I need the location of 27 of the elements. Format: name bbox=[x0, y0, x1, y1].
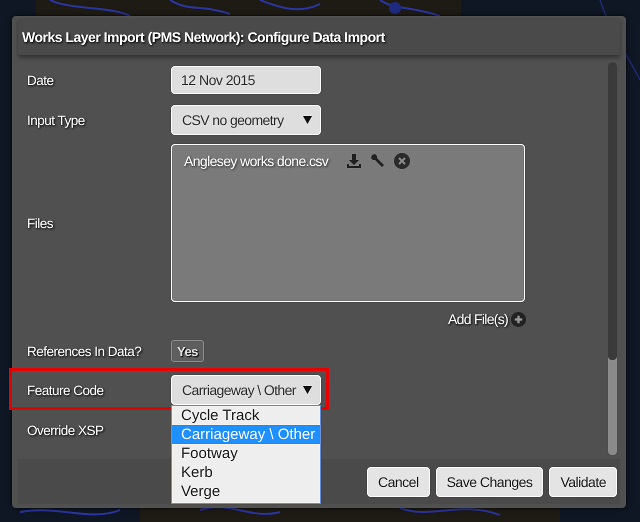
toggle-button[interactable]: Yes bbox=[171, 340, 204, 362]
plus-icon bbox=[511, 312, 526, 326]
field-label: References In Data? bbox=[26, 344, 142, 358]
dropdown-option[interactable]: Cycle Track bbox=[172, 406, 320, 425]
dropdown-option[interactable]: Footway bbox=[172, 444, 320, 463]
download-icon[interactable] bbox=[346, 153, 362, 169]
caret-icon bbox=[303, 386, 312, 394]
remove-icon[interactable] bbox=[394, 153, 410, 169]
dialog-button[interactable]: Validate bbox=[549, 466, 617, 496]
add-files-button[interactable]: Add File(s) bbox=[448, 306, 526, 332]
field-label: Feature Code bbox=[26, 382, 105, 398]
dialog-button[interactable]: Save Changes bbox=[436, 466, 544, 496]
scrollbar[interactable] bbox=[608, 62, 617, 455]
dropdown-option[interactable]: Kerb bbox=[172, 463, 320, 482]
date-field[interactable]: 12 Nov 2015 bbox=[171, 66, 321, 94]
dialog-button[interactable]: Cancel bbox=[367, 466, 430, 496]
field-label: Override XSP bbox=[26, 422, 105, 438]
select-field[interactable]: CSV no geometry bbox=[171, 105, 321, 135]
field-label: Input Type bbox=[26, 112, 86, 128]
wrench-icon[interactable] bbox=[370, 153, 386, 169]
select-field[interactable]: Carriageway \ Other bbox=[171, 375, 321, 405]
caret-icon bbox=[303, 116, 312, 124]
field-label: Files bbox=[26, 216, 54, 230]
file-name: Anglesey works done.csv bbox=[184, 153, 328, 169]
dropdown-option[interactable]: Verge bbox=[172, 482, 320, 501]
dialog-title: Works Layer Import (PMS Network): Configure Data Import bbox=[22, 28, 385, 44]
field-label: Date bbox=[26, 72, 55, 88]
